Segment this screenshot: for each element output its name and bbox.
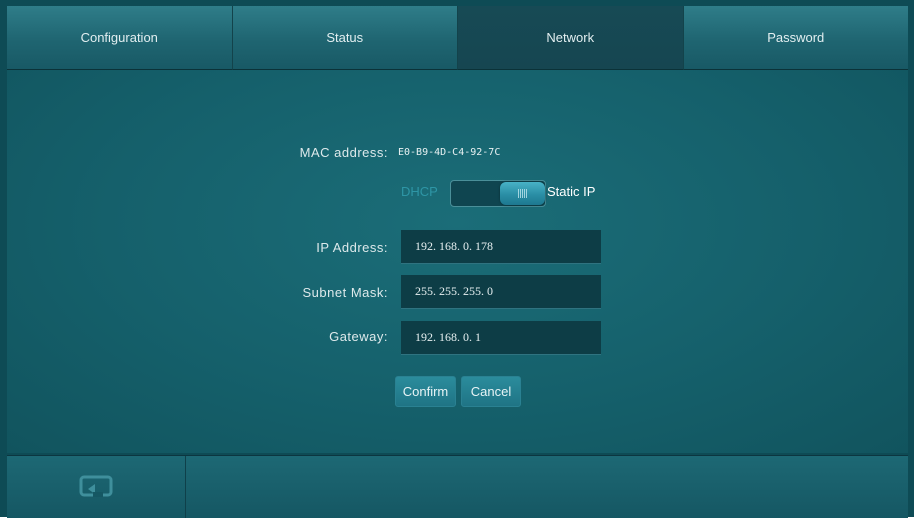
dhcp-option-label[interactable]: DHCP <box>401 184 438 199</box>
device-web-ui: Configuration Status Network Password MA… <box>0 0 914 518</box>
tab-configuration[interactable]: Configuration <box>7 6 233 70</box>
tab-network[interactable]: Network <box>458 6 684 70</box>
return-icon <box>79 475 113 497</box>
tab-password-label: Password <box>767 30 825 45</box>
ip-address-label: IP Address: <box>316 240 388 255</box>
ip-address-input[interactable] <box>401 230 601 264</box>
bottom-bar <box>7 455 908 518</box>
mac-address-value: E0-B9-4D-C4-92-7C <box>398 147 501 158</box>
tab-status-label: Status <box>326 30 364 45</box>
tab-configuration-label: Configuration <box>80 30 158 45</box>
cancel-button[interactable]: Cancel <box>461 376 521 407</box>
gateway-label: Gateway: <box>329 329 388 344</box>
toggle-knob[interactable] <box>500 182 545 205</box>
subnet-mask-label: Subnet Mask: <box>302 285 388 300</box>
subnet-mask-input[interactable] <box>401 275 601 309</box>
tab-bar: Configuration Status Network Password <box>7 6 908 70</box>
confirm-button[interactable]: Confirm <box>395 376 456 407</box>
mac-address-label: MAC address: <box>299 145 388 160</box>
tab-network-label: Network <box>546 30 595 45</box>
back-button[interactable] <box>67 470 125 504</box>
bottom-divider <box>185 456 186 518</box>
tab-status[interactable]: Status <box>232 6 458 70</box>
grip-icon <box>518 189 528 198</box>
static-ip-option-label[interactable]: Static IP <box>547 184 595 199</box>
dhcp-static-toggle[interactable] <box>450 180 546 207</box>
gateway-input[interactable] <box>401 321 601 355</box>
tab-password[interactable]: Password <box>683 6 908 70</box>
network-settings-panel: MAC address: E0-B9-4D-C4-92-7C DHCP Stat… <box>7 70 908 453</box>
